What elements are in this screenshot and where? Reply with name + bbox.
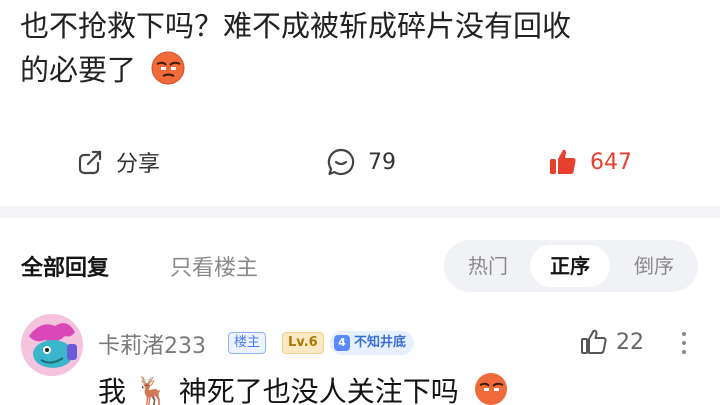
title-level-icon: 4 [334,335,350,351]
like-button[interactable]: 647 [548,144,632,180]
comment-button[interactable]: 79 [326,144,396,180]
reply-text: 我 🦌 神死了也没人关注下吗 [98,370,508,405]
sort-ascending-button[interactable]: 正序 [530,245,610,287]
deer-emoji-icon: 🦌 [134,375,170,405]
only-op-tab[interactable]: 只看楼主 [170,250,258,282]
sort-hot-button[interactable]: 热门 [448,245,528,287]
share-button[interactable]: 分享 [76,144,160,180]
thumbs-up-icon [581,329,607,354]
sort-segmented-control: 热门 正序 倒序 [444,240,698,292]
reply-text-part1: 我 [98,375,127,405]
reply-item: 卡莉渚233 楼主 Lv.6 4 不知井底 22 我 🦌 神死了也没人关注下吗 [0,310,720,405]
reply-text-part2: 神死了也没人关注下吗 [178,375,459,405]
reply-username[interactable]: 卡莉渚233 [98,328,206,360]
more-options-icon[interactable] [676,332,692,356]
title-badge-label: 不知井底 [354,335,407,350]
title-badge: 4 不知井底 [330,331,415,355]
sort-descending-button[interactable]: 倒序 [614,245,694,287]
level-badge: Lv.6 [282,332,324,354]
post-text: 也不抢救下吗？难不成被斩成碎片没有回收 的必要了 [20,4,710,92]
avatar[interactable] [21,314,83,376]
avatar-image [21,314,83,376]
section-divider [0,206,720,218]
thumbs-up-filled-icon [550,149,576,174]
share-icon [78,150,102,175]
post-text-line2-wrap: 的必要了 [20,48,710,92]
reply-like-button[interactable]: 22 [580,328,644,356]
basketball-emoji-icon-2 [474,373,507,405]
post-action-bar: 分享 79 647 [0,138,720,186]
comment-count: 79 [368,149,396,175]
post-text-line2: 的必要了 [20,53,137,87]
op-badge: 楼主 [228,332,267,354]
share-label: 分享 [116,152,161,177]
reply-like-count: 22 [616,329,644,355]
all-replies-tab[interactable]: 全部回复 [21,250,109,282]
like-count: 647 [590,149,632,175]
basketball-emoji-icon [151,51,185,85]
comment-icon [327,148,355,176]
reply-filter-bar: 全部回复 只看楼主 热门 正序 倒序 [0,236,720,296]
post-text-line1: 也不抢救下吗？难不成被斩成碎片没有回收 [20,9,572,43]
